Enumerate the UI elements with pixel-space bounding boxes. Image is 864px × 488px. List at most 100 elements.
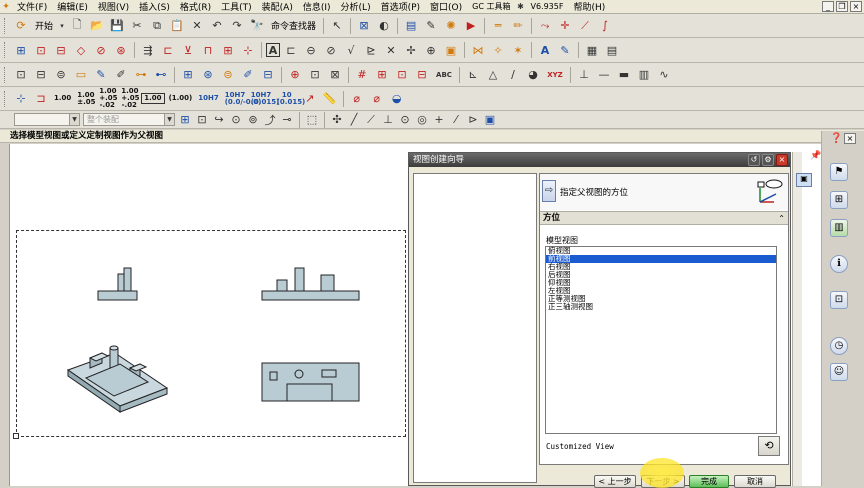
roles-icon[interactable]: ☺ — [830, 363, 848, 381]
list-item[interactable]: 俯视图 — [546, 247, 776, 255]
command-finder-icon[interactable]: 🔭 — [248, 17, 266, 35]
palette-icon[interactable]: ✎ — [92, 66, 110, 84]
selection-scope-dropdown[interactable]: 整个装配 ▼ — [83, 113, 175, 126]
smart-dim-icon[interactable]: ✧ — [489, 41, 507, 59]
feature-control-icon[interactable]: ⊏ — [282, 41, 300, 59]
balloon-icon[interactable]: ⊘ — [322, 41, 340, 59]
dim-format-2[interactable]: 1.00 ±.05 — [75, 91, 95, 106]
pointer-icon[interactable]: ↪ — [212, 111, 226, 129]
type-filter-dropdown[interactable]: ▼ — [14, 113, 80, 126]
dim-format-8[interactable]: 10H7 (0.0/-0.0) — [223, 91, 262, 106]
stamp-icon[interactable]: ▬ — [615, 66, 633, 84]
view-manager-icon[interactable]: ⊞ — [179, 66, 197, 84]
origin-icon[interactable]: ⊜ — [52, 66, 70, 84]
snap-control-icon[interactable]: ✣ — [330, 111, 344, 129]
fit-view-icon[interactable]: ⊠ — [355, 17, 373, 35]
palette-view-icon[interactable]: ▣ — [796, 173, 812, 187]
general-selection-icon[interactable]: ⊞ — [178, 111, 192, 129]
table-edit-icon[interactable]: ⊞ — [373, 66, 391, 84]
dim-format-3[interactable]: 1.00 +.05 -.02 — [97, 88, 117, 109]
intersection-icon[interactable]: ⊕ — [422, 41, 440, 59]
select-cursor-icon[interactable]: ↖ — [328, 17, 346, 35]
delete-icon[interactable]: ✕ — [188, 17, 206, 35]
dim-format-6[interactable]: (1.00) — [167, 95, 195, 102]
datum-icon[interactable]: ⊖ — [302, 41, 320, 59]
chevron-up-icon[interactable]: ⌃ — [778, 212, 785, 225]
web-browser-icon[interactable]: ℹ — [830, 255, 848, 273]
broken-view-icon[interactable]: ⊛ — [112, 41, 130, 59]
chevron-down-icon[interactable]: ▼ — [69, 114, 79, 125]
dim-format-9[interactable]: 10H7 (0.015) — [249, 91, 280, 106]
snap-group-icon[interactable]: ⊙ — [229, 111, 243, 129]
line-width-icon[interactable]: ═ — [489, 17, 507, 35]
cell-merge-icon[interactable]: ⊡ — [393, 66, 411, 84]
side-view[interactable] — [261, 267, 360, 301]
help-icon[interactable]: ❓ — [830, 133, 842, 144]
snap-slash-icon[interactable]: ⁄ — [449, 111, 463, 129]
history-icon[interactable]: ⊡ — [830, 291, 848, 309]
triangle-icon[interactable]: △ — [484, 66, 502, 84]
snap-perp-icon[interactable]: ⊥ — [381, 111, 395, 129]
crosshatch-icon[interactable]: ✕ — [382, 41, 400, 59]
centerline-icon[interactable]: ⊹ — [239, 41, 257, 59]
layer-icon[interactable]: ▤ — [402, 17, 420, 35]
sketch-icon[interactable]: ⊷ — [152, 66, 170, 84]
style-icon[interactable]: ⊟ — [32, 66, 50, 84]
parts-list-icon[interactable]: ▤ — [603, 41, 621, 59]
system-materials-icon[interactable]: ◷ — [830, 337, 848, 355]
list-item[interactable]: 右视图 — [546, 263, 776, 271]
abc-button[interactable]: ABC — [433, 66, 455, 84]
view-display-icon[interactable]: ⊡ — [306, 66, 324, 84]
surface-finish-icon[interactable]: √ — [342, 41, 360, 59]
shaft-icon[interactable]: ⊥ — [575, 66, 593, 84]
xyz-button[interactable]: XYZ — [544, 66, 566, 84]
ball-icon[interactable]: ◕ — [524, 66, 542, 84]
image-icon[interactable]: ▣ — [442, 41, 460, 59]
top-view[interactable] — [261, 362, 360, 402]
break-line-icon[interactable]: ⊓ — [199, 41, 217, 59]
dim-format-7[interactable]: 10H7 — [196, 95, 220, 102]
dimension-icon[interactable]: ⊶ — [132, 66, 150, 84]
snap-icon[interactable]: ✺ — [442, 17, 460, 35]
section-view-icon[interactable]: ⊘ — [92, 41, 110, 59]
base-view-icon[interactable]: ⊡ — [32, 41, 50, 59]
menu-view[interactable]: 视图(V) — [93, 0, 134, 13]
snap-tangent-icon[interactable]: ⟋ — [364, 111, 378, 129]
cut-line-icon[interactable]: ⊻ — [179, 41, 197, 59]
ruler-icon[interactable]: 📏 — [321, 90, 339, 108]
dim-format-4[interactable]: 1.00 +.05 -.02 — [119, 88, 139, 109]
pin-icon[interactable]: 📌 — [810, 151, 821, 161]
dialog-scrollbar[interactable] — [792, 152, 802, 486]
line-color-icon[interactable]: ✏ — [509, 17, 527, 35]
orientation-icon[interactable] — [756, 176, 786, 206]
minimize-icon[interactable]: _ — [822, 1, 834, 12]
table-icon[interactable]: ▦ — [583, 41, 601, 59]
menu-information[interactable]: 信息(I) — [298, 0, 336, 13]
detail-view-icon[interactable]: ◇ — [72, 41, 90, 59]
command-finder-button[interactable]: 命令查找器 — [268, 19, 319, 32]
chamfer-icon[interactable]: ◒ — [388, 90, 406, 108]
back-button[interactable]: < 上一步 — [594, 475, 636, 488]
dim-format-5[interactable]: 1.00 — [141, 93, 165, 104]
copy-icon[interactable]: ⧉ — [148, 17, 166, 35]
snap-line-icon[interactable]: ╱ — [347, 111, 361, 129]
paint-icon[interactable]: ✎ — [422, 17, 440, 35]
open-folder-icon[interactable]: 📂 — [88, 17, 106, 35]
part-navigator-icon[interactable]: ⊞ — [830, 191, 848, 209]
menu-tools[interactable]: 工具(T) — [216, 0, 257, 13]
snap-point-icon[interactable]: ⊚ — [246, 111, 260, 129]
angle-icon[interactable]: ∕ — [504, 66, 522, 84]
hidden-lines-icon[interactable]: ⊠ — [326, 66, 344, 84]
save-icon[interactable]: 💾 — [108, 17, 126, 35]
menu-window[interactable]: 窗口(O) — [425, 0, 467, 13]
assembly-navigator-icon[interactable]: ⚑ — [830, 163, 848, 181]
list-item[interactable]: 仰视图 — [546, 279, 776, 287]
diameter-icon[interactable]: ⌀ — [348, 90, 366, 108]
axis-icon[interactable]: ⊾ — [464, 66, 482, 84]
offset-icon[interactable]: ⟋ — [576, 17, 594, 35]
weld-symbol-icon[interactable]: ⊵ — [362, 41, 380, 59]
rectangle-select-icon[interactable]: ⬚ — [305, 111, 319, 129]
menu-preferences[interactable]: 首选项(P) — [376, 0, 425, 13]
filter-icon[interactable]: ⊡ — [195, 111, 209, 129]
snap-mid-icon[interactable]: ⊸ — [280, 111, 294, 129]
